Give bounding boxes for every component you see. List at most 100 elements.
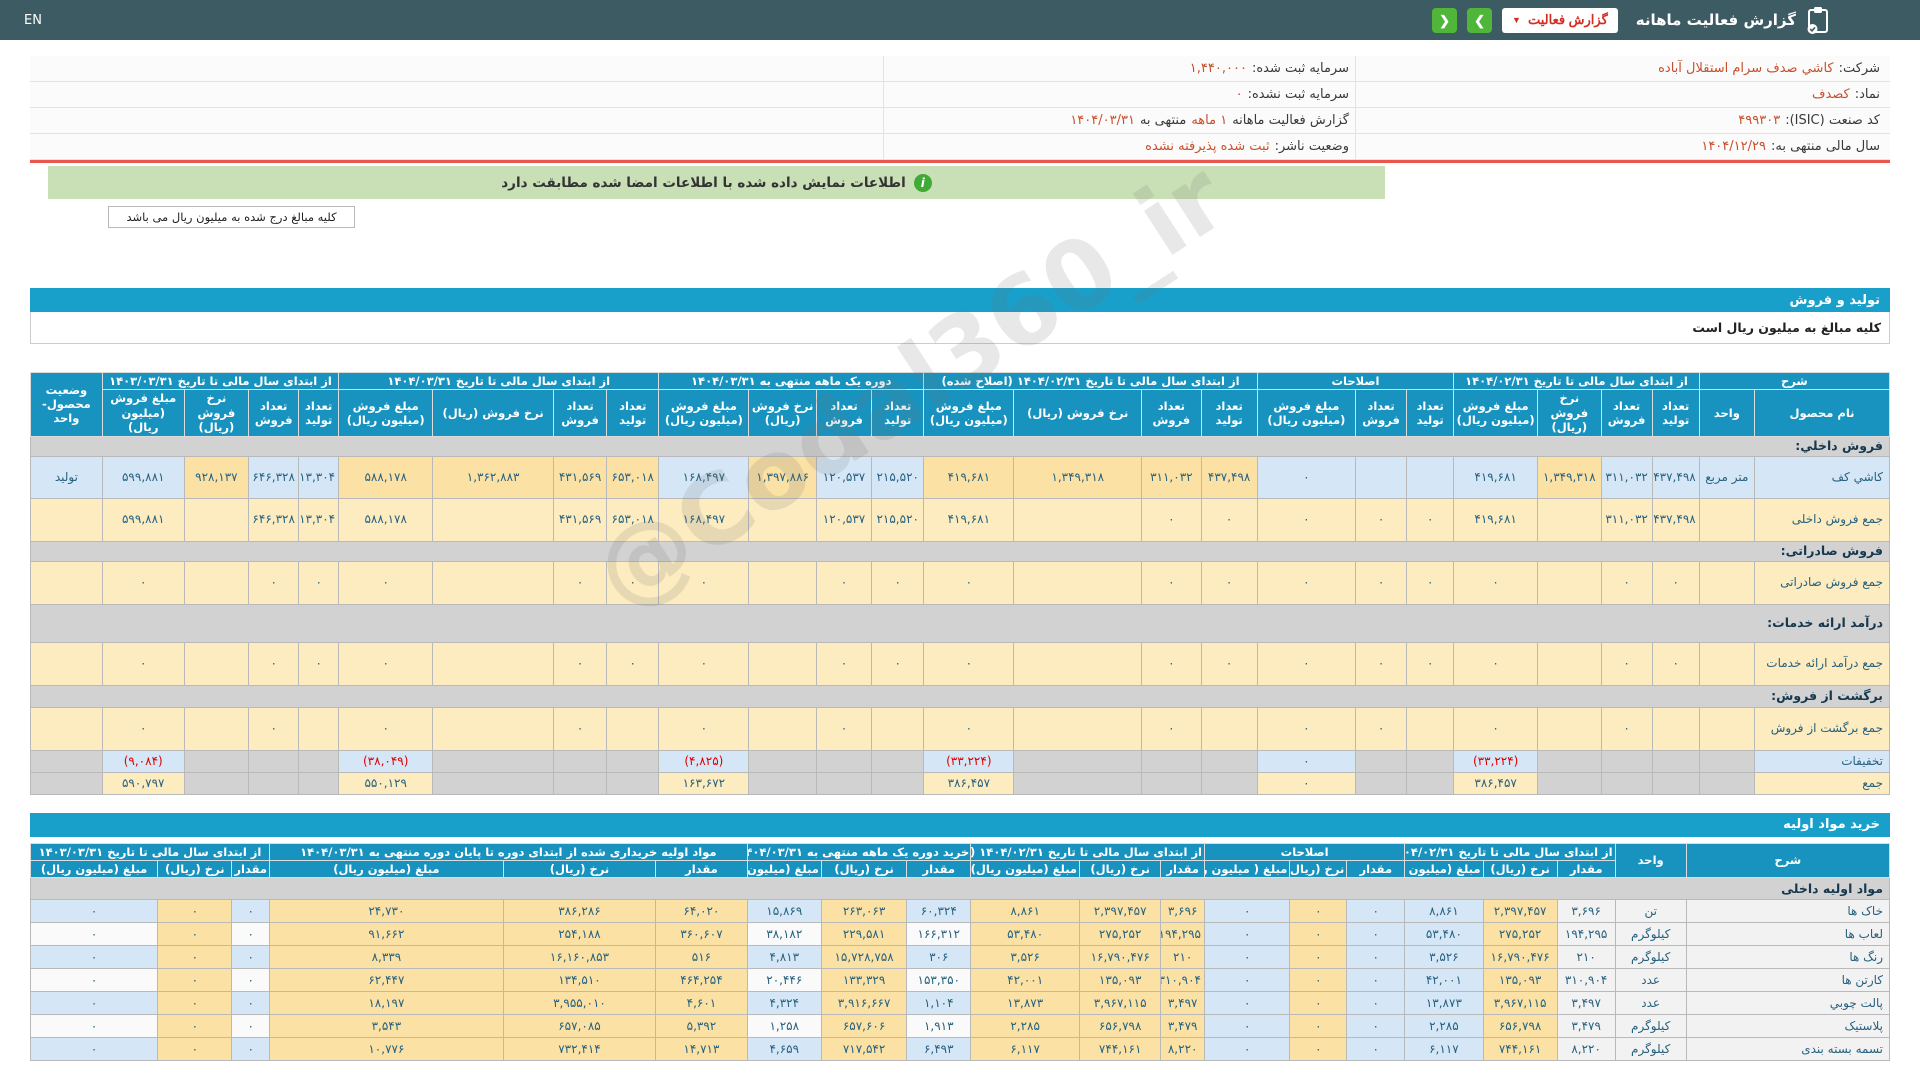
- cell: ۰: [101, 706, 185, 751]
- section-production-sales-header: تولید و فروش: [30, 288, 1890, 312]
- cell: ۱,۳۴۹,۳۱۸: [1537, 455, 1602, 499]
- column-header: مقدار: [906, 859, 972, 879]
- column-header: نرخ فروش (ریال): [432, 389, 554, 437]
- cell: ۸,۸۶۱: [970, 899, 1081, 924]
- cell: ۰: [1651, 560, 1700, 605]
- column-header: مبلغ ( میلیون ریال): [1204, 859, 1291, 879]
- language-toggle-en[interactable]: EN: [24, 13, 42, 28]
- next-report-button[interactable]: ❯: [1467, 7, 1493, 33]
- cell: ۱۲۰,۵۳۷: [815, 455, 873, 499]
- cell: [183, 560, 250, 605]
- cell: [1013, 706, 1143, 751]
- cell: ۱۶۸,۴۹۷: [658, 455, 750, 499]
- chevron-down-icon: ▼: [1512, 15, 1521, 25]
- cell: ۷۳۲,۴۱۴: [502, 1037, 657, 1062]
- cell: ۳,۵۲۶: [970, 945, 1081, 970]
- cell: ۶۴۶,۳۲۸: [248, 455, 300, 499]
- cell: ۸,۲۲۰: [1160, 1037, 1206, 1062]
- cell: (۹,۰۸۴): [101, 749, 185, 773]
- column-header: از ابتدای سال مالی تا تاریخ ۱۴۰۳/۰۳/۳۱: [30, 842, 270, 861]
- cell: ۰: [157, 991, 233, 1016]
- cell: ۲۱۰: [1160, 945, 1206, 970]
- column-header: مبلغ (میلیون ریال): [29, 859, 159, 879]
- cell: ۳۱۱,۰۳۲: [1600, 497, 1653, 542]
- column-header: مقدار: [655, 859, 748, 879]
- cell: ۱۶۶,۳۱۲: [906, 922, 972, 947]
- cell: ۶۴۶,۳۲۸: [248, 497, 300, 542]
- report-type-dropdown[interactable]: گزارش فعالیت ▼: [1502, 7, 1618, 33]
- column-header: نرخ (ریال): [820, 859, 908, 879]
- cell: [1698, 749, 1755, 773]
- cell: ۰: [29, 945, 159, 970]
- cell: ۲۷۵,۲۵۲: [1482, 922, 1558, 947]
- cell: [606, 706, 660, 751]
- info-cell: سرمایه ثبت نشده: ۰: [883, 82, 1355, 107]
- cell: برگشت از فروش:: [30, 684, 1890, 708]
- cell: ۷۱۷,۵۴۲: [820, 1037, 908, 1062]
- info-row: سال مالی منتهی به: ۱۴۰۴/۱۲/۲۹ وضعیت ناشر: ث…: [30, 134, 1890, 160]
- info-cell: گزارش فعالیت ماهانه ۱ ماهه منتهی به ۱۴۰۴/۰۳…: [883, 108, 1355, 133]
- cell: ۸,۲۲۰: [1556, 1037, 1616, 1062]
- cell: [1698, 497, 1755, 542]
- cell: کیلوگرم: [1614, 922, 1687, 947]
- cell: ۷۱۳,۳۰۴: [298, 455, 340, 499]
- column-header: مقدار: [1160, 859, 1206, 879]
- cell: [432, 749, 554, 773]
- cell: [871, 749, 925, 773]
- cell: ۱,۹۱۳: [906, 1014, 972, 1039]
- row-group-label: مواد اولیه داخلی: [1781, 880, 1883, 896]
- cell: [1537, 560, 1602, 605]
- cell: ۰: [338, 560, 434, 605]
- cell: ۰: [157, 1014, 233, 1039]
- column-header: تعداد تولید: [871, 389, 925, 437]
- row-label: خاک ها: [1685, 899, 1891, 924]
- cell: ۵۸۸,۱۷۸: [338, 455, 434, 499]
- cell: [1200, 771, 1258, 795]
- cell: ۳۸۶,۴۵۷: [1453, 771, 1539, 795]
- cell: ۶۰,۳۲۴: [906, 899, 972, 924]
- cell: ۷۱۳,۳۰۴: [298, 497, 340, 542]
- cell: تن: [1614, 899, 1687, 924]
- cell: [30, 560, 103, 605]
- cell: ۴۲,۰۰۱: [970, 968, 1081, 993]
- cell: ۰: [1289, 945, 1348, 970]
- cell: ۱۹۴,۲۹۵: [1556, 922, 1616, 947]
- cell: ۰: [1256, 706, 1357, 751]
- cell: ۰: [101, 560, 185, 605]
- cell: ۰: [1346, 945, 1406, 970]
- cell: [432, 771, 554, 795]
- cell: ۶۴,۰۲۰: [655, 899, 748, 924]
- cell: ۰: [157, 968, 233, 993]
- cell: ۰: [338, 641, 434, 686]
- cell: ۰: [101, 641, 185, 686]
- cell: [183, 641, 250, 686]
- cell: [183, 706, 250, 751]
- cell: ۰: [1453, 706, 1539, 751]
- cell: ۳۱۱,۰۳۲: [1141, 455, 1202, 499]
- column-header: تعداد فروش: [815, 389, 873, 437]
- cell: ۴,۳۲۴: [746, 991, 822, 1016]
- top-bar: گزارش فعالیت ماهانه گزارش فعالیت ▼ ❯ ❮ E…: [0, 0, 1920, 40]
- cell: [1406, 749, 1455, 773]
- cell: ۰: [157, 899, 233, 924]
- cell: [1698, 641, 1755, 686]
- cell: (۳۳,۲۲۴): [1453, 749, 1539, 773]
- cell: ۱۵,۸۶۹: [746, 899, 822, 924]
- cell: ۰: [1256, 455, 1357, 499]
- column-header: نرخ (ریال): [1079, 859, 1162, 879]
- cell: ۱۳,۸۷۳: [1404, 991, 1484, 1016]
- cell: ۰: [1600, 560, 1653, 605]
- previous-report-button[interactable]: ❮: [1432, 7, 1458, 33]
- column-header: نرخ (ریال): [157, 859, 233, 879]
- cell: ۳,۴۷۹: [1160, 1014, 1206, 1039]
- cell: ۶۵۷,۶۰۶: [820, 1014, 908, 1039]
- signature-match-notice-text: اطلاعات نمایش داده شده با اطلاعات امضا ش…: [501, 174, 906, 191]
- cell: ۲,۳۹۷,۴۵۷: [1482, 899, 1558, 924]
- cell: (۳۸,۰۴۹): [338, 749, 434, 773]
- cell: ۴۳۱,۵۶۹: [552, 455, 608, 499]
- cell: ۰: [1204, 945, 1291, 970]
- cell: ۰: [1200, 497, 1258, 542]
- info-cell: نماد: کصدف: [1355, 82, 1890, 107]
- cell: ۶,۱۱۷: [1404, 1037, 1484, 1062]
- column-header: دوره یک ماهه منتهی به ۱۴۰۴/۰۳/۳۱: [658, 371, 925, 391]
